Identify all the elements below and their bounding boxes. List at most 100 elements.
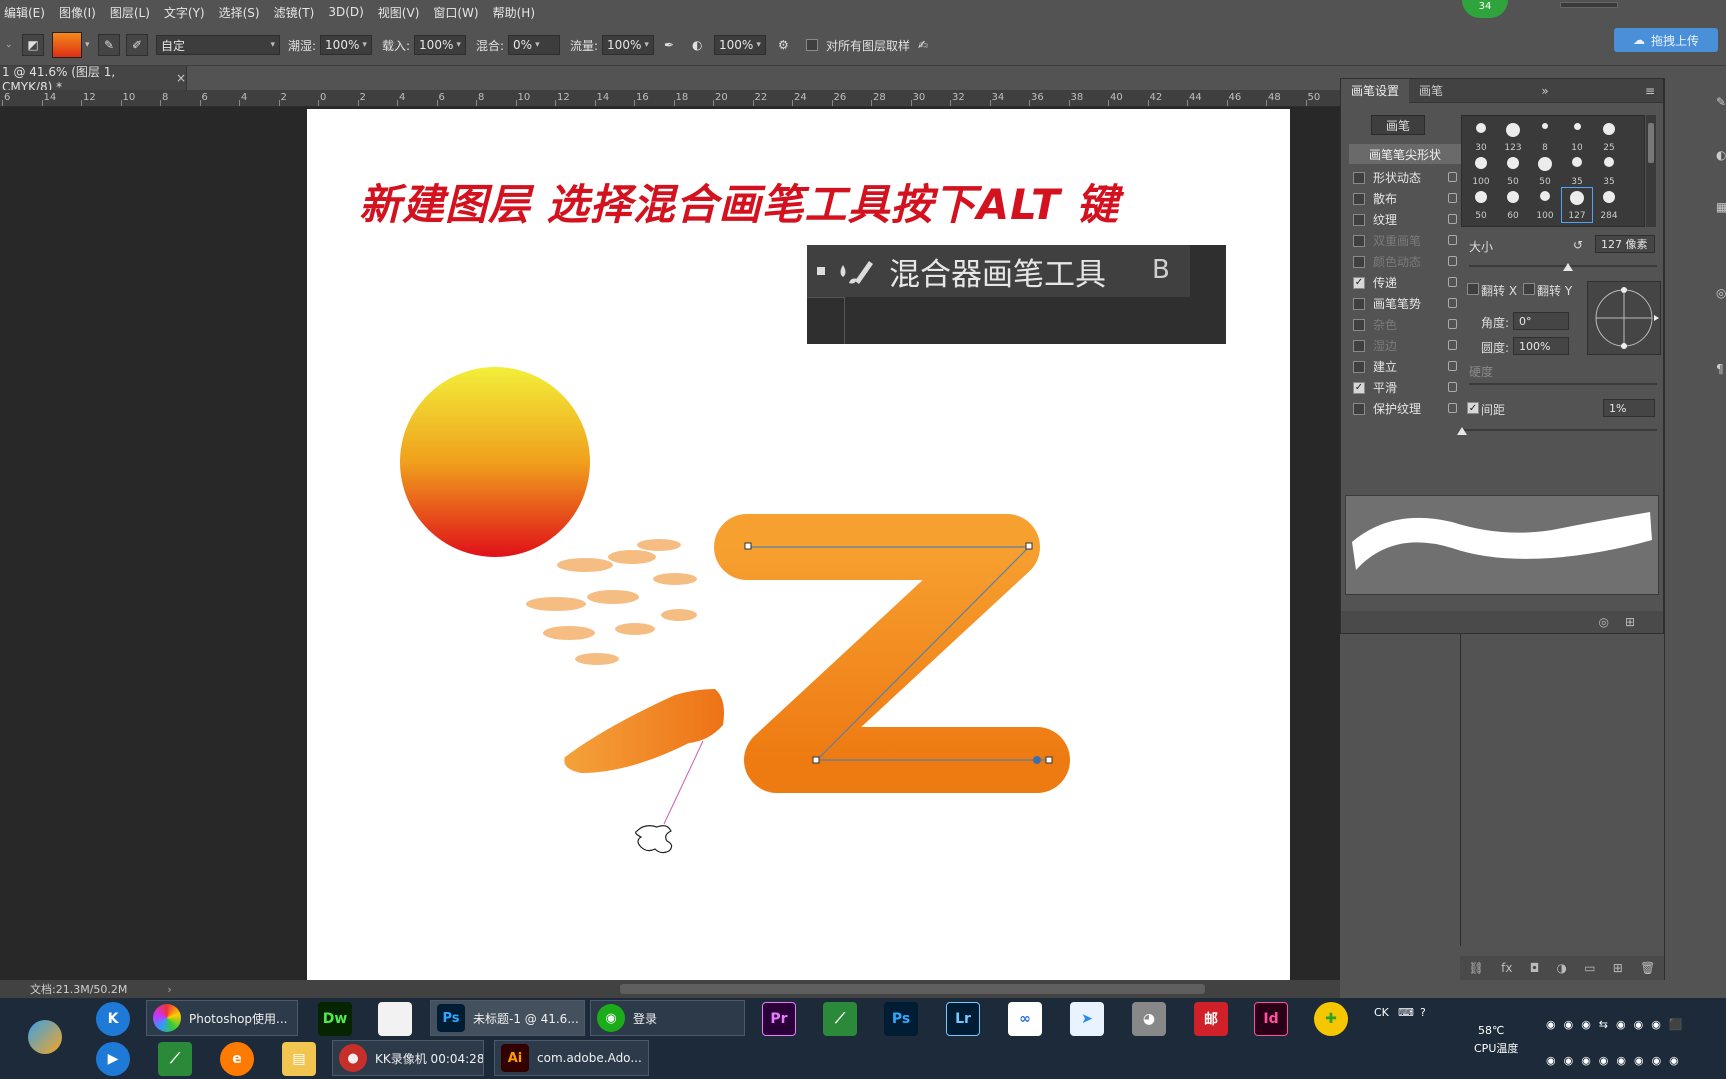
load-field[interactable]: 100% ▾ (414, 35, 467, 55)
brush-preset[interactable]: 30 (1466, 120, 1496, 154)
feige-icon[interactable]: ➤ (1070, 1002, 1104, 1036)
option-checkbox[interactable]: ✓ (1353, 381, 1365, 394)
lock-icon[interactable] (1448, 277, 1457, 287)
brush-preset[interactable]: 60 (1498, 188, 1528, 222)
tray-icons-row1[interactable]: ◉◉◉⇆◉◉◉⬛ (1546, 1018, 1691, 1031)
indesign-icon[interactable]: Id (1254, 1002, 1288, 1036)
document-canvas[interactable]: 新建图层 选择混合画笔工具按下ALT 键 混合器画笔工具 B (307, 109, 1290, 980)
brush-preset[interactable]: 10 (1562, 120, 1592, 154)
brush-presets-button[interactable]: 画笔 (1371, 115, 1425, 135)
k-app-icon[interactable]: K (96, 1002, 130, 1036)
brush-preset[interactable]: 35 (1594, 154, 1624, 188)
taskbar-illustrator[interactable]: Ai com.adobe.Ado... (494, 1040, 649, 1076)
photoshop-launcher-icon[interactable]: Ps (884, 1002, 918, 1036)
blend-preset-select[interactable]: 自定 ▾ (156, 35, 280, 55)
lock-icon[interactable] (1448, 382, 1457, 392)
flip-x-checkbox[interactable] (1467, 283, 1479, 295)
document-icon[interactable] (378, 1002, 412, 1036)
sample-all-checkbox[interactable] (806, 39, 818, 51)
menu-filter[interactable]: 滤镜(T) (274, 4, 315, 21)
size-field[interactable]: 127 像素 (1595, 235, 1655, 253)
tab-brushes[interactable]: 画笔 (1409, 79, 1453, 103)
start-icon[interactable] (28, 1020, 62, 1054)
toggle-preview-icon[interactable]: ◎ (1598, 615, 1608, 629)
dreamweaver-icon[interactable]: Dw (318, 1002, 352, 1036)
brush-option-row[interactable]: 建立 (1349, 356, 1461, 377)
lock-icon[interactable] (1448, 319, 1457, 329)
angle-roundness-widget[interactable] (1587, 281, 1661, 355)
option-checkbox[interactable] (1353, 360, 1365, 373)
add-mask-icon[interactable]: ◘ (1530, 961, 1540, 975)
dock-adjust-icon[interactable]: ◎ (1716, 286, 1726, 302)
spacing-slider-knob[interactable] (1457, 427, 1467, 435)
brush-option-row[interactable]: 保护纹理 (1349, 398, 1461, 419)
brush-option-row[interactable]: 画笔笔势 (1349, 293, 1461, 314)
green-app-2-icon[interactable]: ⟋ (158, 1042, 192, 1076)
brush-option-row[interactable]: 杂色 (1349, 314, 1461, 335)
baidu-netdisk-icon[interactable]: ∞ (1008, 1002, 1042, 1036)
mascot-app-icon[interactable]: ◕ (1132, 1002, 1166, 1036)
lock-icon[interactable] (1448, 193, 1457, 203)
input-lang[interactable]: CK (1374, 1006, 1389, 1019)
taskbar-photoshop-use[interactable]: Photoshop使用... (146, 1000, 298, 1036)
brush-preset[interactable]: 100 (1466, 154, 1496, 188)
dock-color-icon[interactable]: ◐ (1716, 148, 1726, 164)
option-checkbox[interactable] (1353, 255, 1365, 268)
horizontal-scrollbar[interactable] (620, 984, 1205, 994)
status-arrow-icon[interactable]: › (167, 983, 171, 996)
swatch-chevron-icon[interactable]: ▾ (85, 40, 90, 50)
brush-preset[interactable]: 8 (1530, 120, 1560, 154)
brush-option-row[interactable]: 湿边 (1349, 335, 1461, 356)
option-checkbox[interactable] (1353, 339, 1365, 352)
lock-icon[interactable] (1448, 172, 1457, 182)
brush-preset[interactable]: 284 (1594, 188, 1624, 222)
option-checkbox[interactable] (1353, 171, 1365, 184)
reset-size-icon[interactable]: ↺ (1573, 238, 1583, 252)
brush-preset[interactable]: 123 (1498, 120, 1528, 154)
file-explorer-icon[interactable]: ▤ (282, 1042, 316, 1076)
premiere-icon[interactable]: Pr (762, 1002, 796, 1036)
new-brush-icon[interactable]: ⊞ (1625, 615, 1635, 629)
spacing-field[interactable]: 1% (1603, 399, 1655, 417)
new-layer-icon[interactable]: ⊞ (1613, 961, 1623, 975)
extra-field[interactable]: 100% ▾ (714, 35, 766, 55)
menu-type[interactable]: 文字(Y) (164, 4, 205, 21)
taskbar-photoshop-doc[interactable]: Ps 未标题-1 @ 41.6... (430, 1000, 585, 1036)
mix-field[interactable]: 0% ▾ (508, 35, 561, 55)
brush-option-row[interactable]: 形状动态 (1349, 167, 1461, 188)
menu-window[interactable]: 窗口(W) (433, 4, 478, 21)
option-checkbox[interactable] (1353, 234, 1365, 247)
brush-option-row[interactable]: 散布 (1349, 188, 1461, 209)
close-tab-icon[interactable]: × (176, 71, 186, 85)
panel-collapse-icon[interactable]: » (1541, 84, 1548, 98)
lock-icon[interactable] (1448, 214, 1457, 224)
menu-image[interactable]: 图像(I) (59, 4, 96, 21)
dock-paragraph-icon[interactable]: ¶ (1716, 362, 1726, 378)
help-icon[interactable]: ? (1420, 1006, 1426, 1019)
brush-option-row[interactable]: 颜色动态 (1349, 251, 1461, 272)
fx-icon[interactable]: fx (1501, 961, 1512, 975)
hardness-slider[interactable] (1469, 383, 1657, 385)
pressure-icon[interactable]: ◐ (692, 24, 702, 66)
mail-app-icon[interactable]: 邮 (1194, 1002, 1228, 1036)
panel-menu-icon[interactable]: ≡ (1645, 84, 1655, 98)
brush-preset[interactable]: 50 (1498, 154, 1528, 188)
mixer-brush-tool-icon[interactable]: ◩ (22, 34, 44, 56)
lightroom-icon[interactable]: Lr (946, 1002, 980, 1036)
green-app-icon[interactable]: ⟋ (823, 1002, 857, 1036)
brush-option-row[interactable]: ✓ 传递 (1349, 272, 1461, 293)
adjustment-layer-icon[interactable]: ◑ (1556, 961, 1566, 975)
document-tab[interactable]: 1 @ 41.6% (图层 1, CMYK/8) * × (0, 65, 187, 94)
wet-field[interactable]: 100% ▾ (320, 35, 373, 55)
flow-field[interactable]: 100% ▾ (602, 35, 655, 55)
lock-icon[interactable] (1448, 361, 1457, 371)
taskbar-kk-recorder[interactable]: ● KK录像机 00:04:28 (332, 1040, 484, 1076)
option-checkbox[interactable]: ✓ (1353, 276, 1365, 289)
menu-view[interactable]: 视图(V) (378, 4, 420, 21)
menu-select[interactable]: 选择(S) (219, 4, 260, 21)
option-checkbox[interactable] (1353, 318, 1365, 331)
browser-e-icon[interactable]: e (220, 1042, 254, 1076)
load-brush-icon[interactable]: ✎ (98, 34, 120, 56)
brush-preset[interactable]: 100 (1530, 188, 1560, 222)
taskbar-wechat[interactable]: ◉ 登录 (590, 1000, 745, 1036)
